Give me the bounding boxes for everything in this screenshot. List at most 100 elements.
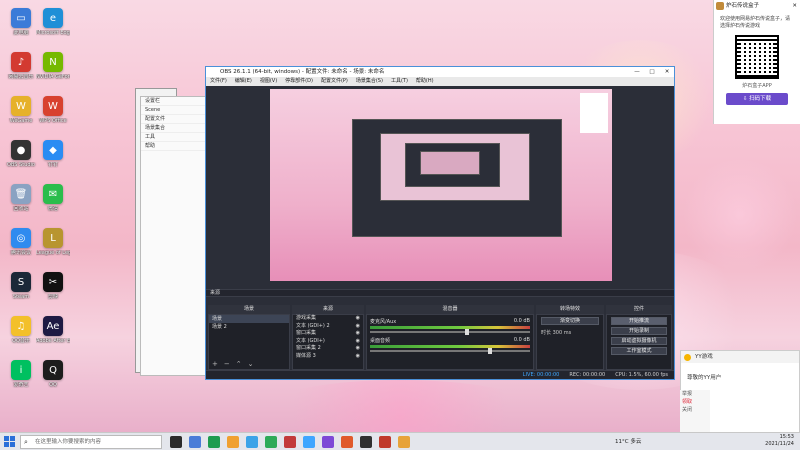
- source-item[interactable]: 游戏采集 ◉: [293, 315, 363, 323]
- desktop-icon-label: 回收站: [13, 206, 29, 212]
- eye-icon[interactable]: ◉: [356, 353, 360, 361]
- list-item[interactable]: Scene: [141, 106, 209, 115]
- menu-scene-collection[interactable]: 场景集合(S): [356, 77, 383, 86]
- eye-icon[interactable]: ◉: [356, 315, 360, 323]
- menu-docks[interactable]: 停靠部件(D): [285, 77, 313, 86]
- obs-window[interactable]: OBS 26.1.1 (64-bit, windows) - 配置文件: 未命名…: [205, 66, 675, 380]
- taskbar-app-icon[interactable]: [322, 436, 334, 448]
- background-window-panel[interactable]: 设置栏 Scene 配置文件 场景集合 工具 帮助: [140, 96, 210, 376]
- slider-knob[interactable]: [465, 329, 469, 335]
- virtual-camera-button[interactable]: 启动虚拟摄像机: [611, 337, 667, 345]
- list-item[interactable]: 配置文件: [141, 115, 209, 124]
- list-item[interactable]: 帮助: [141, 142, 209, 151]
- preview-canvas[interactable]: [270, 89, 612, 281]
- desktop-icon[interactable]: ▭ 此电脑: [4, 8, 38, 36]
- windows-start-button[interactable]: [4, 436, 16, 448]
- taskbar-search-box[interactable]: ⌕ 在这里输入你要搜索的内容: [20, 435, 162, 449]
- desktop-icon[interactable]: Q QQ: [36, 360, 70, 388]
- maximize-button[interactable]: □: [645, 67, 659, 77]
- taskbar-app-icon[interactable]: [303, 436, 315, 448]
- desktop-icon[interactable]: 🗑 回收站: [4, 184, 38, 212]
- taskbar-app-icon[interactable]: [170, 436, 182, 448]
- slider-knob[interactable]: [488, 348, 492, 354]
- report-link[interactable]: 举报: [680, 390, 710, 398]
- desktop-icon[interactable]: S Steam: [4, 272, 38, 300]
- volume-slider[interactable]: [370, 348, 530, 354]
- desktop-icon[interactable]: ✉ 微信: [36, 184, 70, 212]
- start-streaming-button[interactable]: 开始推流: [611, 317, 667, 325]
- taskbar-app-icon[interactable]: [208, 436, 220, 448]
- transition-select[interactable]: 渐变切换: [541, 317, 599, 325]
- desktop-icon[interactable]: W WeGame: [4, 96, 38, 124]
- list-item[interactable]: 场景集合: [141, 124, 209, 133]
- menu-help[interactable]: 帮助(H): [416, 77, 434, 86]
- download-button[interactable]: ⇩ 扫码下载: [726, 93, 788, 105]
- clock-date: 2021/11/24: [765, 441, 794, 447]
- start-recording-button[interactable]: 开始录制: [611, 327, 667, 335]
- taskbar-app-icon[interactable]: [189, 436, 201, 448]
- scene-item[interactable]: 场景 2: [209, 323, 289, 331]
- volume-slider[interactable]: [370, 329, 530, 335]
- desktop-icon[interactable]: i 爱奇艺: [4, 360, 38, 388]
- source-item[interactable]: 媒体源 3 ◉: [293, 353, 363, 361]
- close-icon[interactable]: ✕: [792, 0, 797, 12]
- qr-code: [735, 35, 779, 79]
- taskbar-app-icon[interactable]: [265, 436, 277, 448]
- source-item[interactable]: 文本 (GDI+) 2 ◉: [293, 323, 363, 331]
- menu-profile[interactable]: 配置文件(P): [321, 77, 348, 86]
- eye-icon[interactable]: ◉: [356, 330, 360, 338]
- desktop-icon-label: League of Legends: [36, 250, 70, 256]
- source-item[interactable]: 文本 (GDI+) ◉: [293, 338, 363, 346]
- desktop-icon[interactable]: ♫ QQ音乐: [4, 316, 38, 344]
- obs-title-bar[interactable]: OBS 26.1.1 (64-bit, windows) - 配置文件: 未命名…: [206, 67, 674, 77]
- taskbar-app-icon[interactable]: [398, 436, 410, 448]
- minimize-button[interactable]: —: [630, 67, 644, 77]
- app-icon: S: [11, 272, 31, 292]
- source-item[interactable]: 窗口采集 ◉: [293, 330, 363, 338]
- move-down-icon[interactable]: ⌄: [248, 360, 254, 368]
- taskbar-app-icon[interactable]: [246, 436, 258, 448]
- clock[interactable]: 15:53 2021/11/24: [765, 434, 794, 448]
- scene-item[interactable]: 场景: [209, 315, 289, 323]
- desktop-icon[interactable]: L League of Legends: [36, 228, 70, 256]
- source-item[interactable]: 窗口采集 2 ◉: [293, 345, 363, 353]
- weather-widget[interactable]: 11°C 多云: [615, 437, 641, 445]
- hearthstone-box-popup[interactable]: 炉石传说盒子 ✕ 欢迎使用网易炉石传说盒子，请选择炉石传说游戏 炉石盒子APP …: [713, 0, 800, 124]
- scenes-header: 场景: [208, 305, 290, 314]
- eye-icon[interactable]: ◉: [356, 338, 360, 346]
- desktop-icon[interactable]: e Microsoft Edge: [36, 8, 70, 36]
- remove-icon[interactable]: −: [224, 360, 230, 368]
- close-button[interactable]: ✕: [660, 67, 674, 77]
- menu-edit[interactable]: 编辑(E): [235, 77, 252, 86]
- desktop-icon[interactable]: N NVIDIA GeForce: [36, 52, 70, 80]
- desktop-icon[interactable]: ✂ 剪映: [36, 272, 70, 300]
- menu-file[interactable]: 文件(F): [210, 77, 227, 86]
- transitions-header: 转场特效: [536, 305, 604, 314]
- controls-header: 控件: [606, 305, 672, 314]
- list-item[interactable]: 工具: [141, 133, 209, 142]
- move-up-icon[interactable]: ⌃: [236, 360, 242, 368]
- desktop-icon[interactable]: ◆ 钉钉: [36, 140, 70, 168]
- taskbar-app-icon[interactable]: [379, 436, 391, 448]
- mixer-channel: 桌面音频 0.0 dB: [370, 337, 530, 354]
- taskbar-app-icon[interactable]: [360, 436, 372, 448]
- desktop-icon-label: Adobe After Effects 2020: [36, 338, 70, 344]
- desktop-icon[interactable]: ♪ 网易云音乐: [4, 52, 38, 80]
- menu-tools[interactable]: 工具(T): [391, 77, 408, 86]
- desktop-icon[interactable]: Ae Adobe After Effects 2020: [36, 316, 70, 344]
- claim-link[interactable]: 领取: [680, 398, 710, 406]
- notification-body: 尊敬的YY用户: [687, 375, 722, 381]
- menu-view[interactable]: 视图(V): [260, 77, 277, 86]
- eye-icon[interactable]: ◉: [356, 323, 360, 331]
- taskbar-app-icon[interactable]: [341, 436, 353, 448]
- close-link[interactable]: 关闭: [680, 406, 710, 414]
- add-icon[interactable]: +: [212, 360, 218, 368]
- list-item[interactable]: 设置栏: [141, 97, 209, 106]
- eye-icon[interactable]: ◉: [356, 345, 360, 353]
- desktop-icon[interactable]: W WPS Office: [36, 96, 70, 124]
- desktop-icon[interactable]: ● OBS Studio: [4, 140, 38, 168]
- desktop-icon[interactable]: ◎ 腾讯会议: [4, 228, 38, 256]
- taskbar-app-icon[interactable]: [284, 436, 296, 448]
- taskbar-app-icon[interactable]: [227, 436, 239, 448]
- studio-mode-button[interactable]: 工作室模式: [611, 347, 667, 355]
